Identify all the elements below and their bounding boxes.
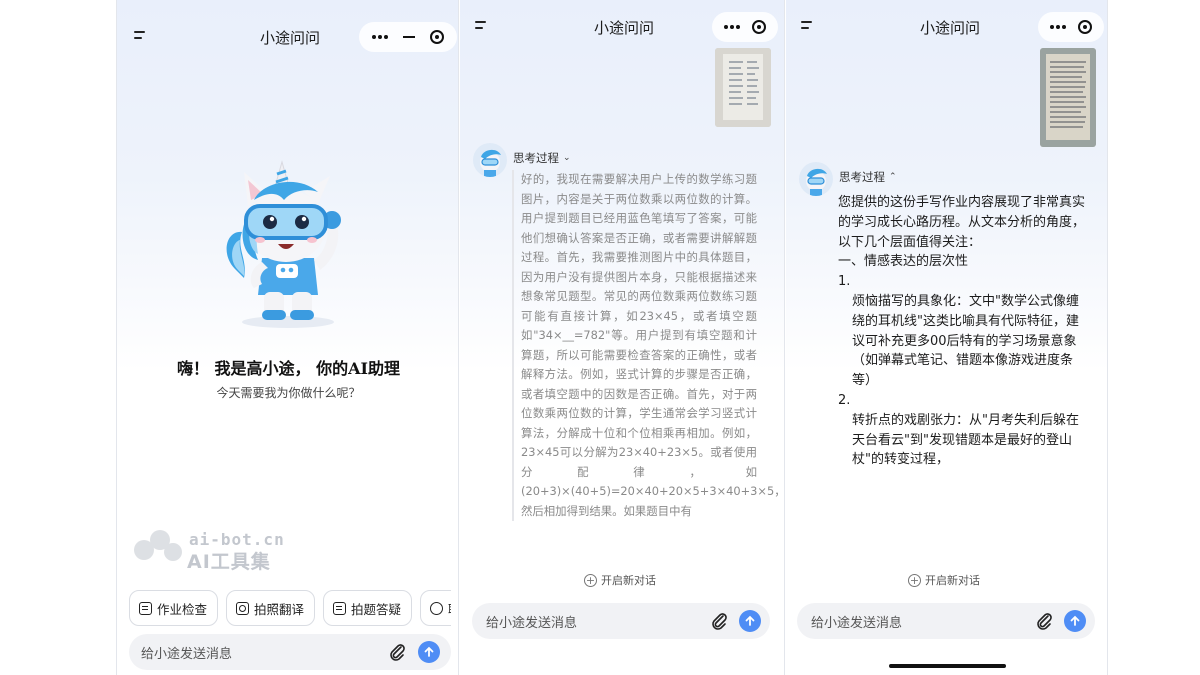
scan-question-icon	[333, 601, 347, 615]
more-icon[interactable]	[1050, 25, 1066, 29]
chevron-down-icon: ⌄	[563, 153, 571, 163]
arrow-up-icon	[1070, 615, 1080, 626]
input-placeholder: 给小途发送消息	[141, 647, 233, 662]
list-number: 1.	[838, 274, 851, 290]
greeting-subtitle: 今天需要我为你做什么呢？	[216, 386, 361, 400]
thinking-toggle[interactable]: 思考过程 ⌄	[513, 150, 571, 166]
bot-avatar	[473, 143, 507, 177]
page-title: 小途问问	[260, 29, 321, 47]
page-title: 小途问问	[920, 19, 981, 37]
close-target-icon[interactable]	[429, 30, 444, 44]
reasoning-text: 好的，我现在需要解决用户上传的数学练习题图片，内容是关于两位数乘以两位数的计算。…	[521, 172, 785, 518]
phone-screen-home: 小途问问 嗨！ 我是高小途， 你的AI助理 今天需要我为你做什么呢？ ai-bo…	[116, 0, 459, 675]
send-button[interactable]	[418, 641, 440, 663]
new-chat-button[interactable]: + 开启新对话	[584, 572, 656, 588]
answer-text-block: 您提供的这份手写作业内容展现了非常真实的学习成长心路历程。从文本分析的角度，以下…	[838, 193, 1086, 470]
home-indicator[interactable]	[889, 664, 1006, 668]
arrow-up-icon	[424, 646, 434, 657]
chip-label: 作业检查	[157, 601, 208, 617]
chip-label: 拍照翻译	[254, 601, 305, 617]
mini-program-capsule	[359, 22, 457, 52]
thinking-label: 思考过程	[513, 151, 559, 165]
menu-icon[interactable]	[801, 21, 812, 29]
chat-bubble-icon	[430, 601, 444, 615]
more-icon[interactable]	[724, 25, 740, 29]
bot-avatar	[799, 162, 833, 196]
attachment-icon[interactable]	[709, 611, 729, 631]
message-input[interactable]: 给小途发送消息	[797, 603, 1095, 639]
chip-chat[interactable]: 聊	[420, 590, 451, 626]
new-chat-label: 开启新对话	[601, 574, 656, 587]
page-title: 小途问问	[594, 19, 655, 37]
chip-photo-question[interactable]: 拍题答疑	[323, 590, 413, 626]
mini-program-capsule	[712, 12, 778, 42]
new-chat-label: 开启新对话	[925, 574, 980, 587]
camera-icon	[236, 601, 250, 615]
list-text: 转折点的戏剧张力：从"月考失利后躲在天台看云"到"发现错题本是最好的登山杖"的转…	[852, 412, 1079, 468]
uploaded-homework-photo[interactable]	[715, 48, 771, 127]
input-placeholder: 给小途发送消息	[811, 616, 903, 631]
new-chat-button[interactable]: + 开启新对话	[908, 572, 980, 588]
plus-circle-icon: +	[584, 573, 597, 587]
list-number: 2.	[838, 392, 851, 408]
screenshot-stage: 小途问问 嗨！ 我是高小途， 你的AI助理 今天需要我为你做什么呢？ ai-bo…	[0, 0, 1200, 675]
thinking-label: 思考过程	[839, 170, 885, 184]
chevron-up-icon: ⌃	[889, 172, 897, 182]
chip-label: 聊	[448, 599, 451, 618]
list-item: 1. 烦恼描写的具象化：文中"数学公式像缠绕的耳机线"这类比喻具有代际特征，建议…	[838, 272, 1086, 391]
uploaded-homework-photo[interactable]	[1040, 48, 1096, 147]
answer-intro: 您提供的这份手写作业内容展现了非常真实的学习成长心路历程。从文本分析的角度，以下…	[838, 195, 1086, 250]
list-text: 烦恼描写的具象化：文中"数学公式像缠绕的耳机线"这类比喻具有代际特征，建议可补充…	[852, 293, 1079, 389]
close-target-icon[interactable]	[752, 20, 766, 34]
arrow-up-icon	[745, 615, 755, 626]
chip-homework-check[interactable]: 作业检查	[129, 590, 219, 626]
more-icon[interactable]	[372, 35, 389, 39]
section-heading: 一、情感表达的层次性	[838, 254, 969, 270]
phone-screen-reasoning: 小途问问 思考过程 ⌄ 好的，我现在需要解决用户上传的数学练习题图片，内容是关于…	[460, 0, 785, 675]
close-target-icon[interactable]	[1078, 20, 1092, 34]
watermark-name: AI工具集	[187, 551, 271, 573]
send-button[interactable]	[739, 610, 761, 632]
homework-check-icon	[139, 601, 152, 615]
attachment-icon[interactable]	[387, 642, 407, 662]
attachment-icon[interactable]	[1034, 611, 1054, 631]
phone-screen-answer: 小途问问 思考过程 ⌃ 您提供的这份手写作业内容展现了非常真实的学习成长心路历程…	[786, 0, 1108, 675]
reasoning-text-block: 好的，我现在需要解决用户上传的数学练习题图片，内容是关于两位数乘以两位数的计算。…	[512, 170, 785, 521]
menu-icon[interactable]	[475, 21, 486, 29]
input-placeholder: 给小途发送消息	[486, 616, 578, 631]
thinking-toggle[interactable]: 思考过程 ⌃	[839, 169, 897, 185]
send-button[interactable]	[1064, 610, 1086, 632]
list-item: 2. 转折点的戏剧张力：从"月考失利后躲在天台看云"到"发现错题本是最好的登山杖…	[838, 391, 1086, 470]
message-input[interactable]: 给小途发送消息	[129, 634, 451, 670]
mini-program-capsule	[1038, 12, 1104, 42]
mascot-illustration	[226, 160, 341, 328]
plus-circle-icon: +	[908, 573, 921, 587]
chip-label: 拍题答疑	[351, 601, 402, 617]
message-input[interactable]: 给小途发送消息	[472, 603, 770, 639]
watermark-logo-icon	[134, 530, 182, 561]
menu-icon[interactable]	[134, 31, 145, 39]
chip-photo-translate[interactable]: 拍照翻译	[226, 590, 316, 626]
quick-action-chips: 作业检查 拍照翻译 拍题答疑 聊	[129, 590, 451, 626]
greeting-title: 嗨！ 我是高小途， 你的AI助理	[176, 359, 401, 378]
minimize-icon[interactable]	[402, 36, 415, 38]
